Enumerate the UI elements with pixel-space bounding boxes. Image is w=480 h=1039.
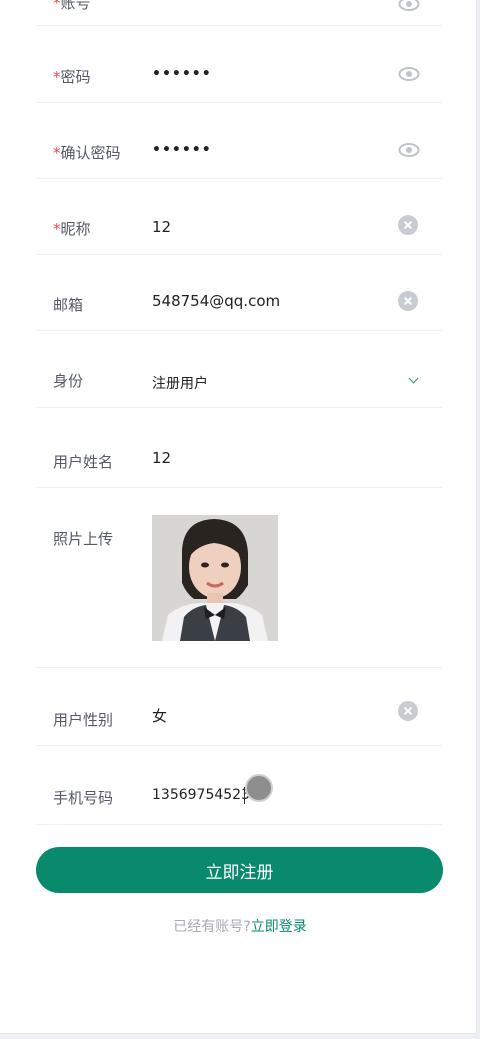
photo-label: 照片上传 (53, 530, 114, 548)
nickname-input[interactable]: 12 (152, 218, 171, 236)
real-name-input[interactable]: 12 (152, 449, 171, 467)
real-name-label: 用户姓名 (53, 453, 114, 471)
clear-icon[interactable] (398, 215, 418, 235)
password-input[interactable]: •••••• (152, 66, 212, 82)
phone-row: 手机号码 13569754523 (36, 745, 442, 825)
clear-icon[interactable] (398, 701, 418, 721)
email-label: 邮箱 (53, 296, 84, 314)
nickname-row: *昵称 12 (36, 178, 442, 255)
phone-label: 手机号码 (53, 789, 114, 807)
confirm-password-label: *确认密码 (53, 144, 121, 162)
eye-icon[interactable] (398, 142, 420, 158)
account-row: *账号 (36, 0, 442, 26)
password-label: *密码 (53, 68, 91, 86)
real-name-row: 用户姓名 12 (36, 407, 442, 488)
login-link[interactable]: 立即登录 (251, 919, 307, 935)
phone-input[interactable]: 13569754523 (152, 787, 250, 803)
gender-label: 用户性别 (53, 711, 114, 729)
register-form-card: *账号 *密码 •••••• *确认密码 •••••• *昵称 12 邮箱 54… (0, 0, 477, 1034)
chevron-down-icon[interactable] (408, 373, 419, 384)
portrait-image (152, 515, 278, 641)
nickname-label: *昵称 (53, 220, 91, 238)
login-prompt-text: 已经有账号? (173, 919, 251, 935)
photo-row: 照片上传 (36, 487, 442, 668)
clear-icon[interactable] (398, 291, 418, 311)
confirm-password-row: *确认密码 •••••• (36, 102, 442, 179)
eye-icon[interactable] (398, 66, 420, 82)
account-label: *账号 (53, 0, 91, 12)
email-input[interactable]: 548754@qq.com (152, 292, 280, 310)
gender-row: 用户性别 女 (36, 667, 442, 746)
identity-row: 身份 注册用户 (36, 330, 442, 408)
gender-input[interactable]: 女 (152, 705, 167, 726)
confirm-password-input[interactable]: •••••• (152, 142, 212, 158)
eye-icon[interactable] (398, 0, 420, 12)
uploaded-photo[interactable] (152, 515, 278, 641)
touch-cursor (245, 774, 273, 802)
identity-label: 身份 (53, 372, 84, 390)
login-prompt: 已经有账号?立即登录 (0, 916, 480, 936)
identity-select[interactable]: 注册用户 (152, 373, 208, 393)
email-row: 邮箱 548754@qq.com (36, 254, 442, 331)
register-button[interactable]: 立即注册 (36, 847, 443, 893)
password-row: *密码 •••••• (36, 25, 442, 103)
